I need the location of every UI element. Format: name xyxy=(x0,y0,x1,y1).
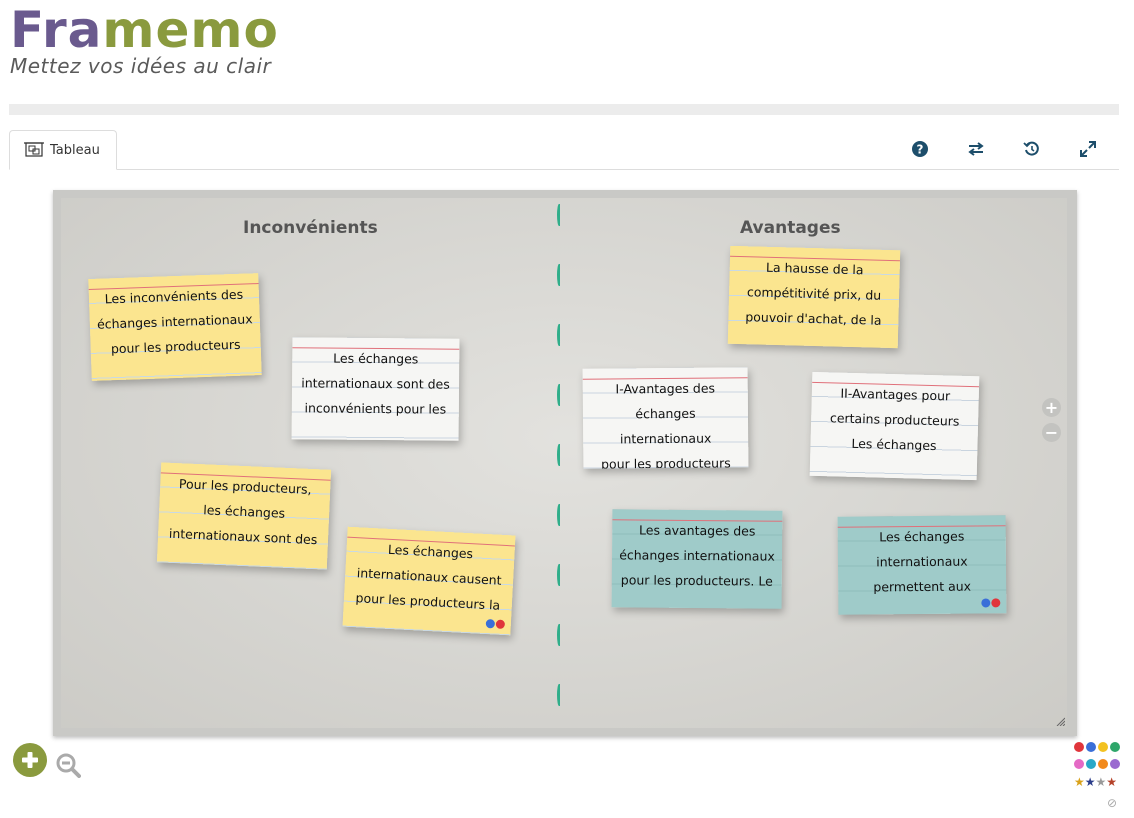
card-text: II-Avantages pour certains producteurs L… xyxy=(829,385,960,454)
palette-color-orange[interactable] xyxy=(1098,759,1108,769)
board-zoom-controls: + − xyxy=(1042,398,1061,442)
palette-color-yellow[interactable] xyxy=(1098,742,1108,752)
palette-color-cyan[interactable] xyxy=(1086,759,1096,769)
fullscreen-icon xyxy=(1080,141,1096,157)
card-text: Les échanges internationaux permettent a… xyxy=(873,528,972,595)
column-divider xyxy=(555,198,565,728)
card-3[interactable]: Pour les producteurs, les échanges inter… xyxy=(156,462,332,570)
card-text: La hausse de la compétitivité prix, du p… xyxy=(745,259,882,328)
palette-color-red[interactable] xyxy=(1074,742,1084,752)
card-1[interactable]: Les inconvénients des échanges internati… xyxy=(88,273,262,381)
board-icon xyxy=(24,142,44,157)
card-5[interactable]: La hausse de la compétitivité prix, du p… xyxy=(727,245,901,349)
svg-text:?: ? xyxy=(917,143,924,157)
tab-tableau[interactable]: Tableau xyxy=(9,130,117,170)
resize-handle-icon[interactable] xyxy=(1055,716,1065,726)
card-text: I-Avantages des échanges internationaux … xyxy=(601,380,731,469)
card-text: Pour les producteurs, les échanges inter… xyxy=(168,476,318,548)
column-title-inconvenients: Inconvénients xyxy=(243,218,378,238)
card-6[interactable]: I-Avantages des échanges internationaux … xyxy=(582,367,749,469)
brand-part-2: memo xyxy=(102,1,279,59)
add-card-button[interactable] xyxy=(13,743,47,777)
header: Framemo Mettez vos idées au clair xyxy=(10,2,279,78)
color-palette: ★ ★ ★ ★ ⊘ xyxy=(1074,742,1120,810)
top-divider-bar xyxy=(9,104,1119,115)
star-icon[interactable]: ★ xyxy=(1085,776,1096,788)
card-text: Les échanges internationaux sont des inc… xyxy=(301,350,450,417)
tab-label: Tableau xyxy=(50,142,100,158)
swap-button[interactable] xyxy=(965,138,987,160)
history-icon xyxy=(1023,141,1039,156)
toolbar: ? xyxy=(909,138,1099,160)
palette-color-purple[interactable] xyxy=(1110,759,1120,769)
card-color-dots xyxy=(981,598,1001,608)
star-icon[interactable]: ★ xyxy=(1074,776,1085,788)
plus-icon xyxy=(22,752,38,768)
star-icon[interactable]: ★ xyxy=(1096,776,1107,788)
board-frame: Inconvénients Avantages Les inconvénient… xyxy=(53,190,1077,736)
card-8[interactable]: Les avantages des échanges internationau… xyxy=(611,509,783,609)
history-button[interactable] xyxy=(1021,138,1043,160)
brand-part-1: Fra xyxy=(10,1,103,59)
card-7[interactable]: II-Avantages pour certains producteurs L… xyxy=(809,371,980,481)
help-button[interactable]: ? xyxy=(909,138,931,160)
palette-color-pink[interactable] xyxy=(1074,759,1084,769)
palette-color-blue[interactable] xyxy=(1086,742,1096,752)
card-text: Les avantages des échanges internationau… xyxy=(619,522,775,589)
card-text: Les inconvénients des échanges internati… xyxy=(96,286,253,357)
card-text: Les échanges internationaux causent pour… xyxy=(355,541,502,613)
card-9[interactable]: Les échanges internationaux permettent a… xyxy=(837,515,1007,615)
tabs-row: Tableau ? xyxy=(9,130,1119,170)
card-4[interactable]: Les échanges internationaux causent pour… xyxy=(342,526,516,636)
brand-logo: Framemo xyxy=(10,2,279,58)
star-icon[interactable]: ★ xyxy=(1106,776,1117,788)
zoom-out-icon[interactable] xyxy=(55,752,81,778)
zoom-in-icon[interactable]: + xyxy=(1042,398,1061,417)
board[interactable]: Inconvénients Avantages Les inconvénient… xyxy=(61,198,1067,728)
card-color-dots xyxy=(485,619,506,630)
palette-color-green[interactable] xyxy=(1110,742,1120,752)
swap-icon xyxy=(968,142,984,156)
zoom-minus-icon[interactable]: − xyxy=(1042,423,1061,442)
column-title-avantages: Avantages xyxy=(740,218,841,238)
tagline: Mettez vos idées au clair xyxy=(10,54,272,78)
help-icon: ? xyxy=(912,141,928,157)
card-2[interactable]: Les échanges internationaux sont des inc… xyxy=(291,337,460,441)
fullscreen-button[interactable] xyxy=(1077,138,1099,160)
clear-color-icon[interactable]: ⊘ xyxy=(1107,796,1117,810)
